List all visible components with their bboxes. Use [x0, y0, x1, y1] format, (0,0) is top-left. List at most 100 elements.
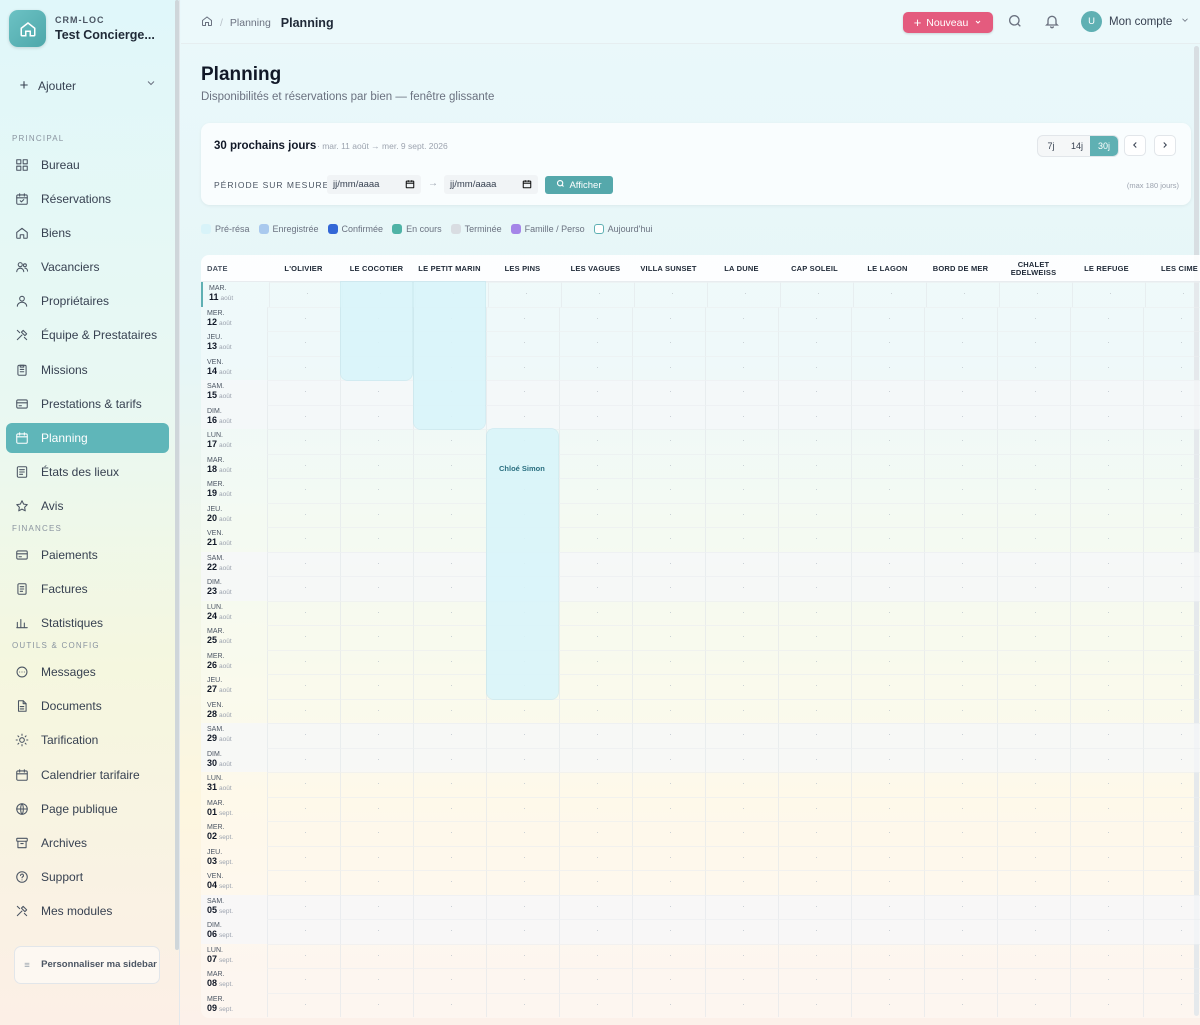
planning-cell[interactable]	[1143, 870, 1200, 895]
planning-cell[interactable]	[632, 845, 705, 870]
planning-cell[interactable]	[632, 649, 705, 674]
planning-cell[interactable]	[559, 625, 632, 650]
planning-cell[interactable]	[267, 380, 340, 405]
reservation-block[interactable]	[414, 282, 485, 429]
planning-cell[interactable]	[559, 331, 632, 356]
planning-cell[interactable]	[486, 894, 559, 919]
planning-cell[interactable]	[924, 625, 997, 650]
planning-cell[interactable]	[267, 404, 340, 429]
planning-cell[interactable]	[851, 943, 924, 968]
planning-cell[interactable]	[997, 600, 1070, 625]
planning-cell[interactable]	[924, 380, 997, 405]
planning-cell[interactable]	[1143, 772, 1200, 797]
planning-cell[interactable]	[413, 821, 486, 846]
planning-cell[interactable]	[340, 747, 413, 772]
planning-cell[interactable]	[340, 502, 413, 527]
planning-cell[interactable]	[924, 772, 997, 797]
planning-cell[interactable]	[924, 404, 997, 429]
planning-cell[interactable]	[413, 527, 486, 552]
planning-cell[interactable]	[486, 355, 559, 380]
planning-cell[interactable]	[632, 404, 705, 429]
planning-cell[interactable]	[705, 355, 778, 380]
planning-cell[interactable]	[924, 649, 997, 674]
planning-cell[interactable]	[1070, 527, 1143, 552]
planning-cell[interactable]	[267, 870, 340, 895]
planning-cell[interactable]	[413, 943, 486, 968]
planning-cell[interactable]	[1143, 576, 1200, 601]
planning-cell[interactable]	[778, 355, 851, 380]
planning-cell[interactable]	[632, 992, 705, 1017]
planning-cell[interactable]	[1143, 821, 1200, 846]
planning-cell[interactable]	[926, 282, 999, 307]
planning-cell[interactable]	[778, 772, 851, 797]
sidebar-item-documents[interactable]: Documents	[6, 691, 169, 721]
planning-cell[interactable]	[632, 821, 705, 846]
planning-cell[interactable]	[486, 796, 559, 821]
planning-cell[interactable]	[1070, 992, 1143, 1017]
planning-cell[interactable]	[997, 943, 1070, 968]
planning-cell[interactable]	[632, 919, 705, 944]
planning-cell[interactable]	[851, 453, 924, 478]
planning-cell[interactable]	[340, 723, 413, 748]
property-column-header[interactable]: BORD DE MER	[924, 255, 997, 282]
planning-cell[interactable]	[924, 355, 997, 380]
planning-cell[interactable]	[924, 502, 997, 527]
planning-cell[interactable]	[632, 527, 705, 552]
planning-cell[interactable]	[486, 943, 559, 968]
planning-cell[interactable]	[559, 551, 632, 576]
calendar-icon[interactable]	[405, 179, 415, 192]
planning-cell[interactable]	[267, 649, 340, 674]
planning-cell[interactable]	[924, 478, 997, 503]
planning-cell[interactable]	[705, 649, 778, 674]
planning-cell[interactable]	[1070, 453, 1143, 478]
planning-cell[interactable]	[561, 282, 634, 307]
planning-cell[interactable]	[997, 698, 1070, 723]
planning-cell[interactable]	[267, 306, 340, 331]
planning-cell[interactable]	[1143, 796, 1200, 821]
planning-cell[interactable]	[413, 870, 486, 895]
planning-cell[interactable]	[1070, 772, 1143, 797]
sidebar-item-page-publique[interactable]: Page publique	[6, 794, 169, 824]
planning-cell[interactable]	[1070, 576, 1143, 601]
planning-cell[interactable]	[486, 723, 559, 748]
sidebar-item-prestations-tarifs[interactable]: Prestations & tarifs	[6, 389, 169, 419]
breadcrumb-parent[interactable]: Planning	[230, 17, 271, 29]
planning-cell[interactable]	[778, 674, 851, 699]
planning-cell[interactable]	[486, 331, 559, 356]
planning-cell[interactable]	[778, 404, 851, 429]
planning-cell[interactable]	[1070, 404, 1143, 429]
planning-cell[interactable]	[924, 821, 997, 846]
planning-cell[interactable]	[1143, 404, 1200, 429]
planning-cell[interactable]	[851, 845, 924, 870]
planning-cell[interactable]	[705, 919, 778, 944]
planning-cell[interactable]	[924, 919, 997, 944]
planning-cell[interactable]	[559, 992, 632, 1017]
planning-cell[interactable]	[486, 698, 559, 723]
property-column-header[interactable]: VILLA SUNSET	[632, 255, 705, 282]
planning-cell[interactable]	[1143, 845, 1200, 870]
planning-cell[interactable]	[1070, 331, 1143, 356]
sidebar-item-mes-modules[interactable]: Mes modules	[6, 896, 169, 926]
planning-cell[interactable]	[340, 649, 413, 674]
planning-cell[interactable]	[997, 527, 1070, 552]
planning-cell[interactable]	[486, 919, 559, 944]
planning-cell[interactable]	[778, 698, 851, 723]
property-column-header[interactable]: L'OLIVIER	[267, 255, 340, 282]
planning-cell[interactable]	[705, 404, 778, 429]
planning-cell[interactable]	[778, 845, 851, 870]
planning-cell[interactable]	[705, 306, 778, 331]
planning-cell[interactable]	[559, 649, 632, 674]
planning-cell[interactable]	[267, 355, 340, 380]
customize-sidebar-button[interactable]: ≡ Personnaliser ma sidebar	[14, 946, 160, 984]
planning-cell[interactable]	[997, 968, 1070, 993]
planning-cell[interactable]	[997, 796, 1070, 821]
planning-cell[interactable]	[924, 576, 997, 601]
planning-cell[interactable]	[559, 600, 632, 625]
account-menu[interactable]: U Mon compte	[1081, 11, 1190, 32]
planning-cell[interactable]	[924, 723, 997, 748]
planning-cell[interactable]	[851, 674, 924, 699]
planning-cell[interactable]	[632, 551, 705, 576]
planning-cell[interactable]	[705, 380, 778, 405]
planning-cell[interactable]	[705, 747, 778, 772]
planning-cell[interactable]	[851, 723, 924, 748]
